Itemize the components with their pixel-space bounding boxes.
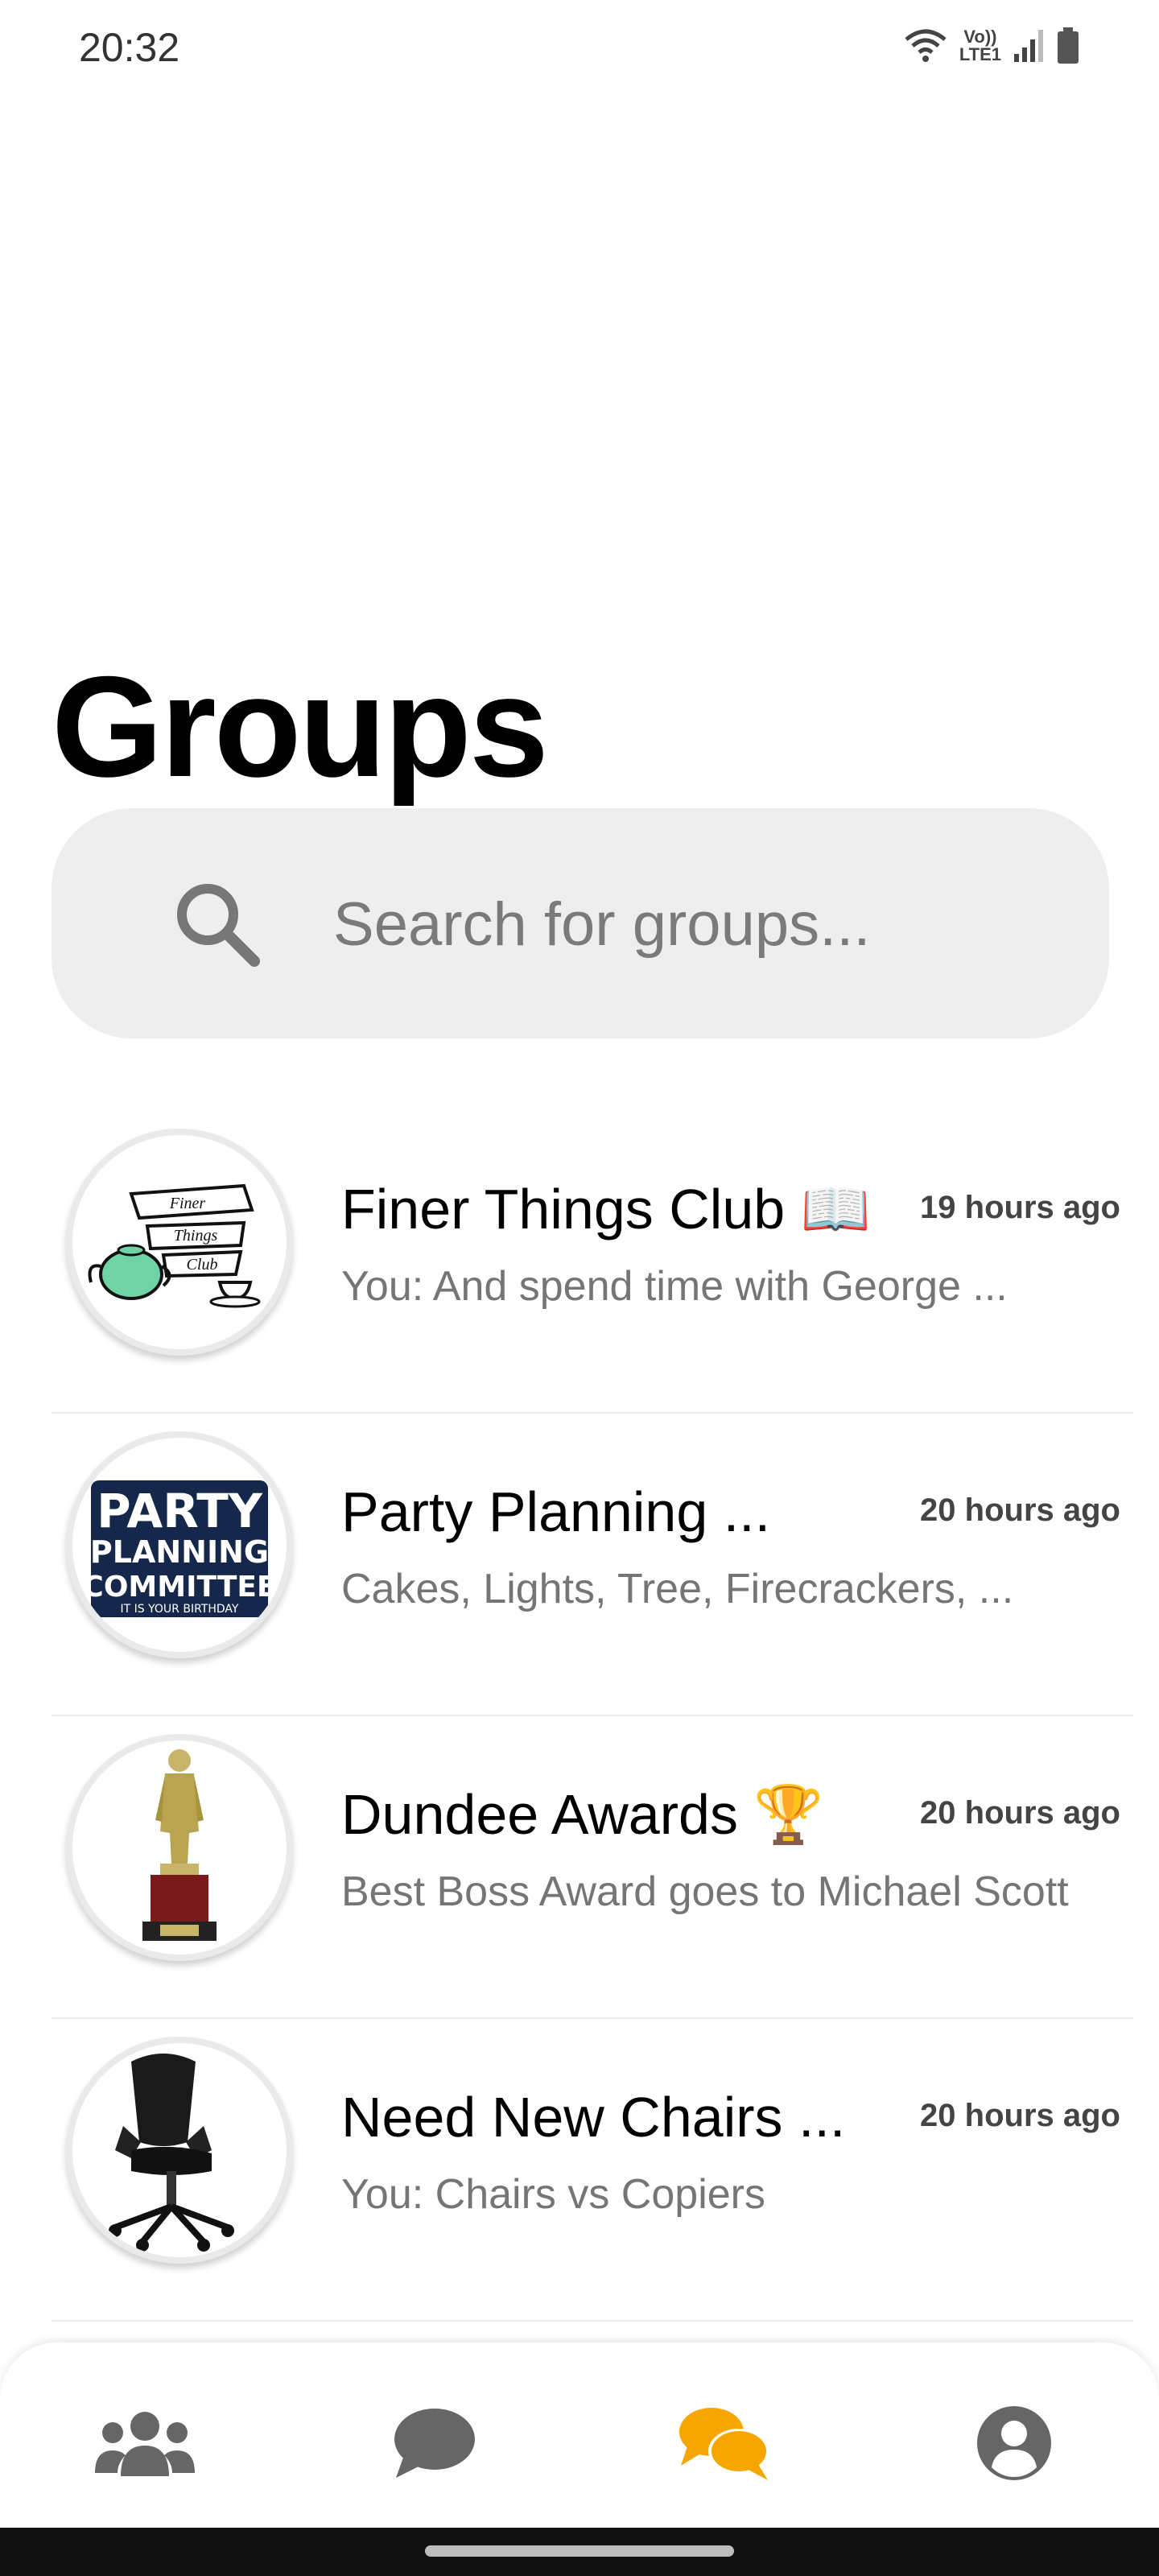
nav-users-button[interactable] — [89, 2399, 201, 2487]
svg-text:PLANNING: PLANNING — [90, 1534, 269, 1570]
search-icon — [177, 884, 260, 967]
profile-icon — [977, 2406, 1051, 2480]
page-title: Groups — [52, 646, 549, 807]
nav-profile-button[interactable] — [958, 2399, 1070, 2487]
party-planning-logo-icon: PARTY PLANNING COMMITTEE IT IS YOUR BIRT… — [83, 1480, 276, 1617]
group-item-party-planning[interactable]: PARTY PLANNING COMMITTEE IT IS YOUR BIRT… — [52, 1414, 1133, 1716]
home-indicator[interactable] — [425, 2545, 734, 2557]
group-preview: Best Boss Award goes to Michael Scott — [341, 1868, 1069, 1915]
group-avatar — [66, 2037, 293, 2264]
svg-text:Finer: Finer — [169, 1195, 206, 1212]
office-chair-icon — [109, 2054, 234, 2252]
group-avatar: PARTY PLANNING COMMITTEE IT IS YOUR BIRT… — [66, 1431, 293, 1658]
group-item-need-new-chairs[interactable]: Need New Chairs ... 20 hours ago You: Ch… — [52, 2019, 1133, 2322]
group-time: 20 hours ago — [920, 1795, 1120, 1831]
group-item-finer-things-club[interactable]: Finer Things Club Finer Things Club 📖 19… — [52, 1111, 1133, 1414]
group-time: 20 hours ago — [920, 1492, 1120, 1528]
signal-icon — [1014, 30, 1043, 62]
group-time: 20 hours ago — [920, 2098, 1120, 2133]
group-name: Dundee Awards 🏆 — [341, 1783, 824, 1846]
trophy-icon — [142, 1749, 217, 1941]
group-name: Need New Chairs ... — [341, 2086, 846, 2149]
group-chat-icon — [679, 2408, 769, 2480]
nav-groups-button[interactable] — [668, 2399, 781, 2487]
users-icon — [95, 2412, 195, 2476]
status-icons: Vo)) LTE1 — [903, 27, 1080, 64]
battery-icon — [1058, 27, 1079, 64]
system-navigation-bar — [0, 2528, 1159, 2576]
group-preview: You: Chairs vs Copiers — [341, 2171, 765, 2218]
group-preview: You: And spend time with George ... — [341, 1263, 1008, 1310]
svg-text:PARTY: PARTY — [97, 1484, 263, 1538]
group-list: Finer Things Club Finer Things Club 📖 19… — [52, 1111, 1133, 2322]
group-avatar — [66, 1734, 293, 1961]
group-preview: Cakes, Lights, Tree, Firecrackers, ... — [341, 1566, 1014, 1612]
search-input[interactable] — [333, 886, 1058, 963]
svg-text:COMMITTEE: COMMITTEE — [83, 1571, 276, 1604]
bottom-nav — [0, 2343, 1159, 2528]
svg-text:Things: Things — [174, 1227, 218, 1245]
nav-chat-button[interactable] — [378, 2399, 491, 2487]
group-avatar: Finer Things Club — [66, 1129, 293, 1356]
group-time: 19 hours ago — [920, 1190, 1120, 1225]
group-item-dundee-awards[interactable]: Dundee Awards 🏆 20 hours ago Best Boss A… — [52, 1716, 1133, 2019]
group-name: Finer Things Club 📖 — [341, 1178, 871, 1241]
wifi-icon — [905, 29, 947, 62]
teapot-logo-icon: Finer Things Club — [88, 1183, 261, 1308]
status-bar: 20:32 Vo)) LTE1 — [0, 0, 1159, 97]
volte-indicator: Vo)) LTE1 — [959, 27, 1001, 64]
chat-bubble-icon — [394, 2409, 475, 2478]
group-name: Party Planning ... — [341, 1480, 771, 1543]
svg-text:IT IS YOUR BIRTHDAY: IT IS YOUR BIRTHDAY — [121, 1603, 239, 1616]
status-time: 20:32 — [79, 25, 180, 70]
search-box[interactable] — [52, 808, 1109, 1038]
svg-text:Club: Club — [187, 1256, 218, 1274]
